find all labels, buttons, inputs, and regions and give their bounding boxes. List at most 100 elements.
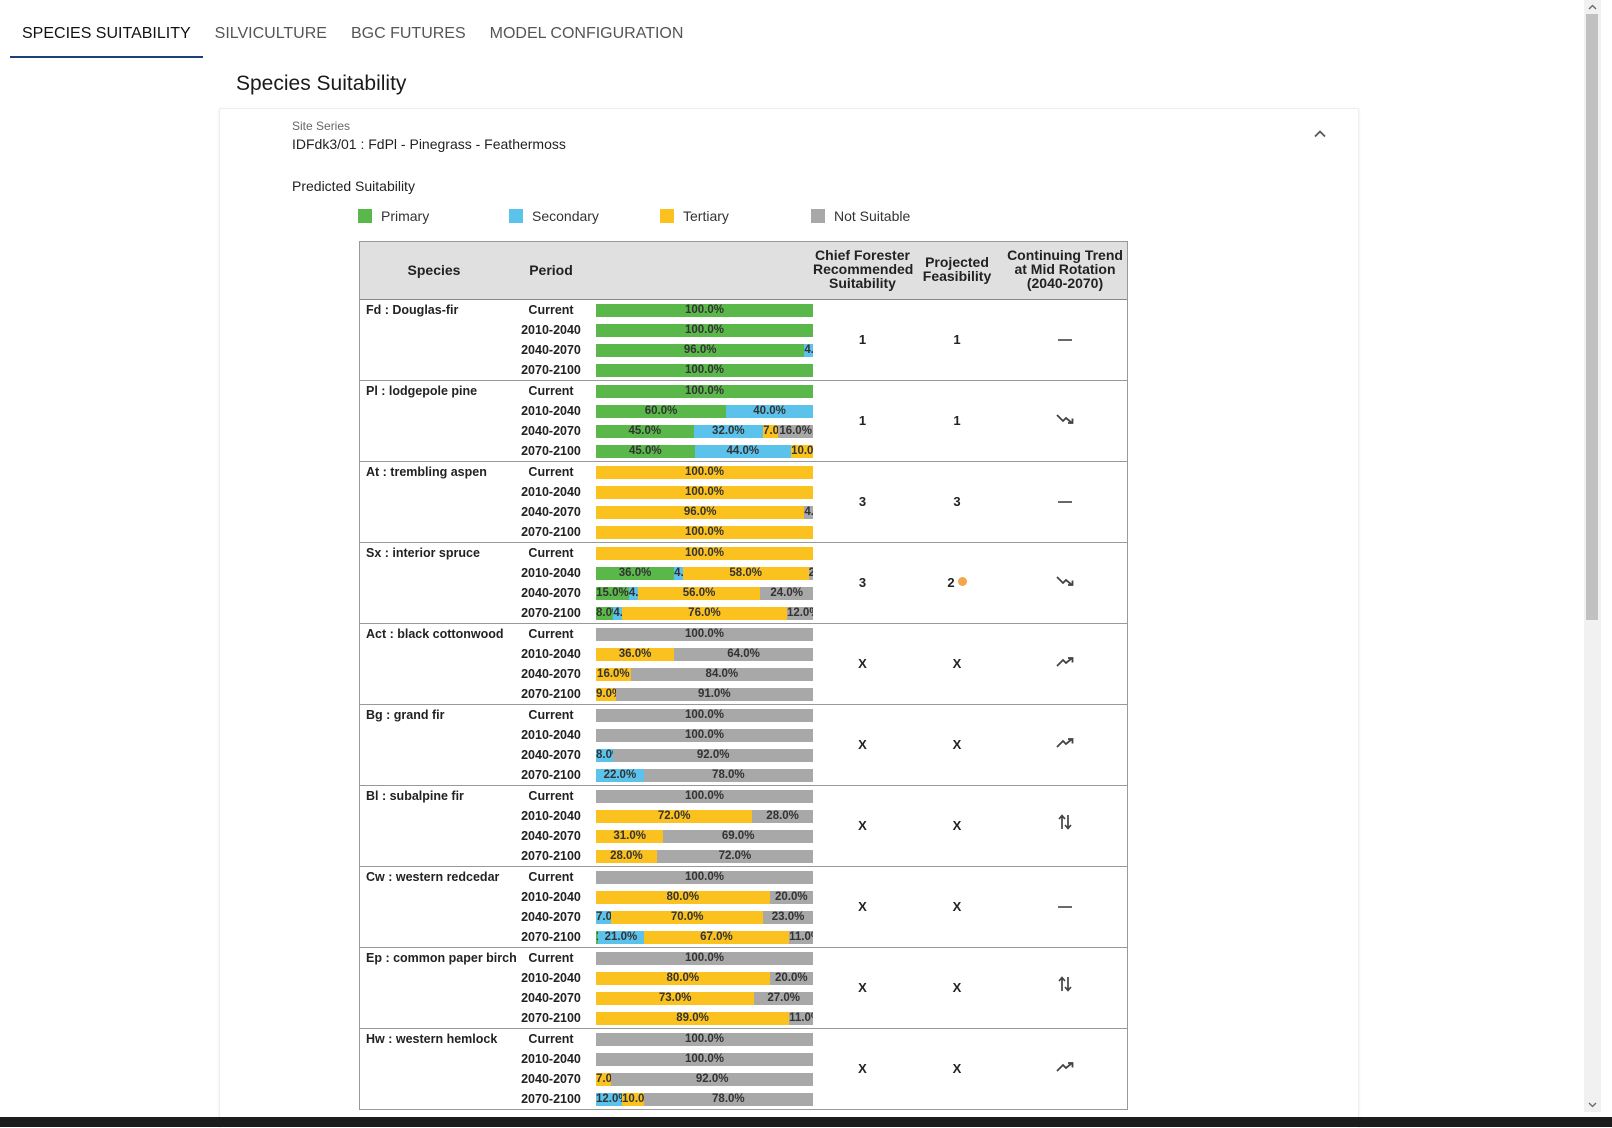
suitability-segment: 4.0% <box>804 344 813 357</box>
species-row: Bl : subalpine fir Current 100.0% 2010-2… <box>360 786 1127 867</box>
suitability-segment: 28.0% <box>596 850 657 863</box>
trend-cell <box>1002 1029 1128 1109</box>
suitability-segment: 80.0% <box>596 972 770 985</box>
legend-item-primary: Primary <box>358 208 509 224</box>
tab-model-configuration[interactable]: MODEL CONFIGURATION <box>478 0 696 58</box>
trending-down-icon <box>1055 382 1075 462</box>
suitability-segment: 78.0% <box>643 1093 813 1106</box>
suitability-bar: 15.0%4.0%56.0%24.0% <box>596 587 813 600</box>
tab-silviculture[interactable]: SILVICULTURE <box>203 0 339 58</box>
suitability-segment: 4.0% <box>628 587 638 600</box>
suitability-segment: 96.0% <box>596 344 805 357</box>
suitability-segment: 31.0% <box>596 830 664 843</box>
species-row: Hw : western hemlock Current 100.0% 2010… <box>360 1029 1127 1110</box>
period-label: 2040-2070 <box>521 586 581 600</box>
scroll-down-arrow-icon[interactable] <box>1588 1100 1597 1109</box>
suitability-segment: 100.0% <box>596 526 813 539</box>
chevron-up-icon[interactable] <box>1310 124 1330 144</box>
suitability-bar: 22.0% 78.0% <box>596 769 813 782</box>
legend-label: Tertiary <box>683 208 729 224</box>
trending-up-icon <box>1055 706 1075 786</box>
scrollbar-thumb[interactable] <box>1586 14 1598 620</box>
suitability-bar: 12.0%10.0%78.0% <box>596 1093 813 1106</box>
species-row: Sx : interior spruce Current 100.0% 2010… <box>360 543 1127 624</box>
swap-vert-icon <box>1057 949 1073 1029</box>
cfrs-value: 3 <box>858 575 867 590</box>
suitability-segment: 84.0% <box>630 668 813 681</box>
period-label: 2040-2070 <box>521 991 581 1005</box>
suitability-bar: 100.0% <box>596 628 813 641</box>
period-label: Current <box>528 546 574 560</box>
suitability-segment: 20.0% <box>769 972 813 985</box>
suitability-segment: 80.0% <box>596 891 770 904</box>
suitability-segment: 7.0% <box>596 911 612 924</box>
suitability-bar: 89.0%11.0% <box>596 1012 813 1025</box>
suitability-bar: 80.0% 20.0% <box>596 891 813 904</box>
period-label: 2010-2040 <box>521 647 581 661</box>
suitability-segment: 4.0% <box>804 506 813 519</box>
flat-trend-icon <box>1056 463 1074 543</box>
tab-species-suitability[interactable]: SPECIES SUITABILITY <box>10 0 203 58</box>
suitability-segment: 11.0% <box>789 1012 813 1025</box>
trend-cell <box>1002 543 1128 623</box>
table-body: Fd : Douglas-fir Current 100.0% 2010-204… <box>360 300 1127 1110</box>
suitability-bar: 100.0% <box>596 547 813 560</box>
suitability-segment: 21.0% <box>598 931 644 944</box>
suitability-segment: 100.0% <box>596 790 813 803</box>
suitability-bar: 96.0%4.0% <box>596 506 813 519</box>
suitability-bar: 100.0% <box>596 486 813 499</box>
suitability-segment: 23.0% <box>763 911 813 924</box>
trend-cell <box>1002 300 1128 380</box>
legend-swatch-secondary <box>509 209 523 223</box>
suitability-segment: 100.0% <box>596 364 813 377</box>
suitability-segment: 45.0% <box>596 425 694 438</box>
period-label: Current <box>528 465 574 479</box>
legend: Primary Secondary Tertiary Not Suitable <box>358 208 962 224</box>
suitability-segment: 96.0% <box>596 506 805 519</box>
suitability-bar: 100.0% <box>596 1053 813 1066</box>
tab-bgc-futures[interactable]: BGC FUTURES <box>339 0 478 58</box>
suitability-bar: 7.0%70.0%23.0% <box>596 911 813 924</box>
feasibility-cell: X <box>912 948 1002 1028</box>
feasibility-cell: 2 <box>912 543 1002 623</box>
legend-label: Secondary <box>532 208 599 224</box>
period-label: Current <box>528 789 574 803</box>
vertical-scrollbar[interactable] <box>1584 0 1601 1112</box>
feasibility-value: X <box>952 899 962 914</box>
suitability-segment: 76.0% <box>622 607 787 620</box>
period-label: 2040-2070 <box>521 829 581 843</box>
trend-cell <box>1002 624 1128 704</box>
species-name: Bl : subalpine fir <box>366 789 464 803</box>
suitability-bar: 100.0% <box>596 466 813 479</box>
suitability-segment: 8.0% <box>596 607 614 620</box>
species-name: Act : black cottonwood <box>366 627 504 641</box>
suitability-segment: 16.0% <box>778 425 813 438</box>
suitability-segment: 100.0% <box>596 304 813 317</box>
suitability-bar: 7.0%92.0% <box>596 1073 813 1086</box>
cfrs-value: X <box>858 899 867 914</box>
feasibility-cell: 1 <box>912 381 1002 461</box>
period-label: 2010-2040 <box>521 971 581 985</box>
suitability-bar: 72.0% 28.0% <box>596 810 813 823</box>
suitability-segment: 7.0% <box>763 425 779 438</box>
scroll-up-arrow-icon[interactable] <box>1588 3 1597 12</box>
suitability-segment: 58.0% <box>682 567 809 580</box>
suitability-bar: 100.0% <box>596 790 813 803</box>
suitability-segment: 28.0% <box>752 810 813 823</box>
species-name: Cw : western redcedar <box>366 870 500 884</box>
suitability-segment: 20.0% <box>769 891 813 904</box>
cfrs-value: 1 <box>858 332 867 347</box>
species-name: Bg : grand fir <box>366 708 445 722</box>
period-label: 2040-2070 <box>521 667 581 681</box>
suitability-segment: 100.0% <box>596 628 813 641</box>
species-row: Fd : Douglas-fir Current 100.0% 2010-204… <box>360 300 1127 381</box>
period-label: 2010-2040 <box>521 485 581 499</box>
suitability-table: Species Period Chief Forester Recommende… <box>359 241 1128 1110</box>
feasibility-value: X <box>952 818 962 833</box>
trend-cell <box>1002 381 1128 461</box>
species-name: Sx : interior spruce <box>366 546 480 560</box>
suitability-segment: 4.0% <box>613 607 623 620</box>
suitability-segment: 11.0% <box>789 931 813 944</box>
legend-label: Primary <box>381 208 430 224</box>
suitability-bar: 73.0% 27.0% <box>596 992 813 1005</box>
